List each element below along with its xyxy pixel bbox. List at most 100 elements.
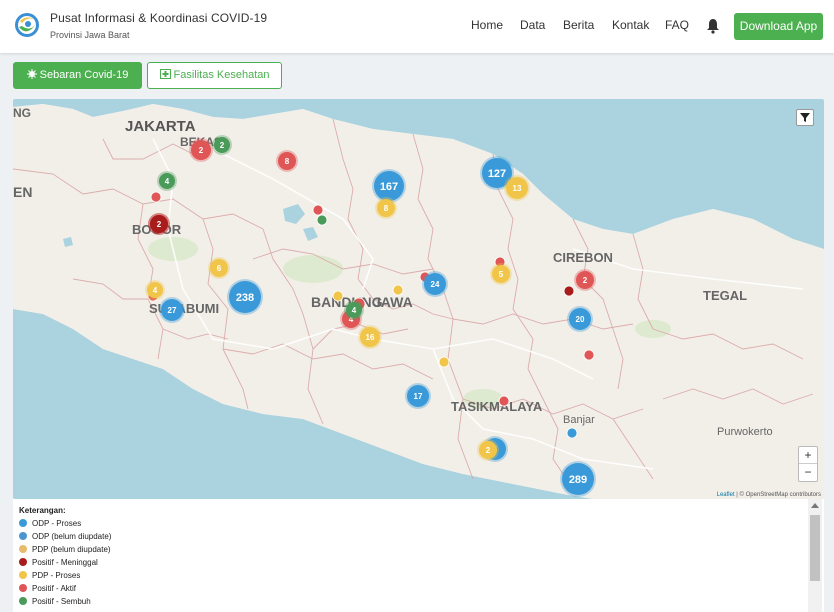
label-cirebon: CIREBON [553,250,613,265]
label-ng: NG [13,106,31,120]
label-tegal: TEGAL [703,288,747,303]
legend-label: Positif - Meninggal [32,558,98,567]
tab-sebaran-covid[interactable]: Sebaran Covid-19 [13,62,142,89]
cluster-marker-pdp-proses[interactable]: 13 [504,175,530,201]
nav-berita[interactable]: Berita [563,18,594,32]
cluster-count: 6 [217,264,222,273]
cluster-count: 2 [583,276,588,285]
hospital-icon [159,69,171,79]
zoom-in-button[interactable]: + [799,447,817,464]
legend-item-positif-sembuh: Positif - Sembuh [19,596,91,607]
cluster-marker-pdp-proses[interactable]: 6 [208,257,230,279]
tab-fasilitas-label: Fasilitas Kesehatan [173,69,270,81]
cluster-count: 4 [153,286,158,295]
nav-data[interactable]: Data [520,18,545,32]
cluster-count: 8 [285,157,290,166]
cluster-marker-pdp-proses[interactable]: 5 [490,263,512,285]
point-marker[interactable] [438,356,450,368]
cluster-marker-pdp-proses[interactable]: 2 [477,439,499,461]
point-marker[interactable] [332,290,344,302]
point-marker[interactable] [312,204,324,216]
point-marker[interactable] [498,395,510,407]
cluster-count: 4 [352,306,357,315]
legend-label: ODP - Proses [32,519,82,528]
legend-scrollbar[interactable] [808,499,822,612]
cluster-count: 24 [431,280,440,289]
download-app-button[interactable]: Download App [734,13,823,40]
brand-subtitle: Provinsi Jawa Barat [50,30,130,40]
cluster-count: 13 [513,184,522,193]
label-jakarta: JAKARTA [125,118,196,135]
covid-map[interactable]: JAKARTA BEKASI EN NG BOGOR SUKABUMI BAND… [13,99,824,499]
label-banjar: Banjar [563,414,595,426]
brand-title: Pusat Informasi & Koordinasi COVID-19 [50,11,268,25]
label-purwokerto: Purwokerto [717,426,773,438]
legend-item-pdp-proses: PDP - Proses [19,570,80,581]
cluster-marker-odp-proses[interactable]: 27 [159,297,185,323]
filter-button[interactable] [796,109,814,126]
legend-dot [19,597,27,605]
zoom-control: + − [798,446,818,482]
point-marker[interactable] [563,285,575,297]
label-jawa: JAWA [373,294,413,310]
cluster-marker-positif-sembuh[interactable]: 4 [157,171,177,191]
point-marker[interactable] [566,427,578,439]
cluster-count: 5 [499,270,504,279]
leaflet-link[interactable]: Leaflet [717,492,735,498]
cluster-marker-pdp-proses[interactable]: 16 [358,325,382,349]
cluster-count: 238 [236,292,254,304]
osm-attribution: | © OpenStreetMap contributors [734,492,821,498]
legend-label: PDP (belum diupdate) [32,545,111,554]
tab-fasilitas-kesehatan[interactable]: Fasilitas Kesehatan [147,62,282,89]
cluster-marker-positif-sembuh[interactable]: 2 [212,135,232,155]
cluster-marker-odp-proses[interactable]: 238 [227,279,263,315]
cluster-marker-positif-aktif[interactable]: 2 [574,269,596,291]
cluster-count: 17 [414,392,423,401]
cluster-count: 167 [380,181,398,193]
cluster-count: 127 [488,168,506,180]
bell-icon[interactable] [706,18,720,34]
zoom-out-button[interactable]: − [799,464,817,481]
cluster-marker-odp-proses[interactable]: 24 [422,271,448,297]
cluster-marker-odp-proses[interactable]: 20 [567,306,593,332]
nav-faq[interactable]: FAQ [665,18,689,32]
cluster-count: 2 [486,446,491,455]
point-marker[interactable] [583,349,595,361]
map-canvas[interactable]: JAKARTA BEKASI EN NG BOGOR SUKABUMI BAND… [13,99,824,499]
cluster-count: 20 [576,315,585,324]
label-en: EN [13,184,32,200]
legend-label: PDP - Proses [32,571,81,580]
cluster-marker-positif-aktif[interactable]: 2 [189,138,213,162]
cluster-count: 2 [220,141,225,150]
cluster-count: 8 [384,204,389,213]
cluster-count: 2 [157,220,162,229]
legend-dot [19,584,27,592]
cluster-marker-pdp-proses[interactable]: 4 [145,280,165,300]
legend-title: Keterangan: [19,506,66,515]
nav-kontak[interactable]: Kontak [612,18,649,32]
nav-home[interactable]: Home [471,18,503,32]
cluster-marker-positif-aktif[interactable]: 8 [276,150,298,172]
point-marker[interactable] [316,214,328,226]
virus-icon [26,69,37,79]
logo-icon[interactable] [14,12,40,38]
cluster-marker-positif-meninggal[interactable]: 2 [148,213,170,235]
scroll-thumb[interactable] [810,515,820,581]
legend-dot [19,532,27,540]
cluster-count: 27 [168,306,177,315]
legend-item-pdp-belum: PDP (belum diupdate) [19,544,111,555]
point-marker[interactable] [150,191,162,203]
legend-dot [19,571,27,579]
legend-label: ODP (belum diupdate) [32,532,112,541]
cluster-count: 4 [165,177,170,186]
cluster-marker-odp-proses[interactable]: 17 [405,383,431,409]
cluster-marker-pdp-proses[interactable]: 8 [375,197,397,219]
legend-item-odp-belum: ODP (belum diupdate) [19,531,111,542]
tab-sebaran-label: Sebaran Covid-19 [39,69,129,81]
cluster-marker-odp-proses[interactable]: 289 [560,461,596,497]
legend-item-odp-proses: ODP - Proses [19,518,81,529]
scroll-up-arrow-icon[interactable] [811,503,819,508]
cluster-marker-positif-sembuh[interactable]: 4 [344,300,364,320]
point-marker[interactable] [392,284,404,296]
filter-icon [800,113,810,122]
